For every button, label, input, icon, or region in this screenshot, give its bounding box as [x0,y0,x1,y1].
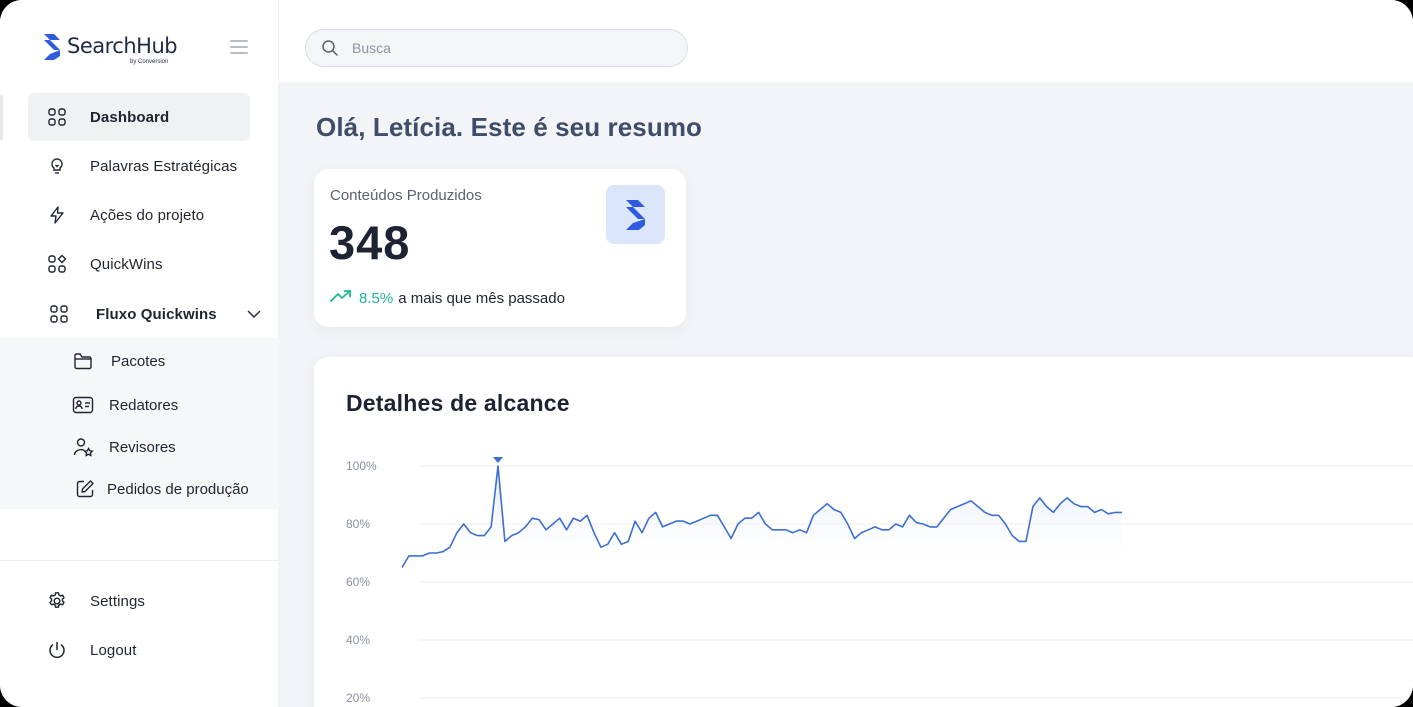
reach-chart-card: Detalhes de alcance 100% 80% 60% 40% 20% [314,357,1413,707]
trending-up-icon [330,289,352,307]
chart-peak-marker[interactable] [493,457,503,463]
apps-icon [47,254,67,274]
sidebar-item-dashboard[interactable]: Dashboard [28,93,250,141]
lightbulb-icon [47,156,67,176]
kpi-trend: 8.5% a mais que mês passado [330,289,565,307]
sidebar-item-label: Fluxo Quickwins [96,305,217,323]
topbar: Busca [279,0,1413,82]
sidebar-item-label: Logout [90,641,137,659]
y-tick-label: 20% [346,691,370,705]
brand-name: SearchHub [67,34,178,58]
sidebar-subitem-redatores[interactable]: Redatores [72,387,178,423]
search-placeholder: Busca [352,40,391,56]
brand-subtitle: by Conversion [130,59,169,65]
chevron-down-icon[interactable] [246,306,262,322]
sidebar-item-settings[interactable]: Settings [28,577,250,625]
y-tick-label: 80% [346,517,370,531]
app-window: SearchHub by Conversion Dashboard Palavr… [0,0,1413,707]
search-icon [321,39,339,57]
searchhub-logo-icon [625,199,645,230]
folder-icon [72,350,94,372]
sidebar-subitem-pedidos-de-producao[interactable]: Pedidos de produção [74,471,249,507]
sidebar-item-label: Dashboard [90,108,170,126]
main-content: Olá, Letícia. Este é seu resumo Conteúdo… [279,82,1413,707]
sidebar-subitem-label: Pedidos de produção [107,480,249,498]
sidebar-item-label: QuickWins [90,255,163,273]
brand-logo[interactable]: SearchHub by Conversion [42,32,178,65]
kpi-badge [606,185,665,244]
reach-chart: 100% 80% 60% 40% 20% [346,457,1413,705]
sidebar-item-fluxo-quickwins[interactable]: Fluxo Quickwins [30,290,262,338]
edit-icon [74,478,96,500]
sidebar-subitem-label: Pacotes [111,352,166,370]
sidebar-item-label: Palavras Estratégicas [90,157,238,175]
sidebar-subitem-revisores[interactable]: Revisores [72,429,176,465]
active-marker [0,95,3,140]
page-title: Olá, Letícia. Este é seu resumo [316,112,703,142]
sidebar-item-label: Ações do projeto [90,206,205,224]
sidebar-item-acoes-do-projeto[interactable]: Ações do projeto [28,191,250,239]
gear-icon [47,591,67,611]
y-tick-label: 100% [346,459,377,473]
search-input[interactable]: Busca [305,29,688,67]
kpi-card-conteudos: Conteúdos Produzidos 348 8.5% a mais que… [314,169,686,327]
sidebar-item-palavras-estrategicas[interactable]: Palavras Estratégicas [28,142,250,190]
sidebar-item-label: Settings [90,592,145,610]
grid-icon [49,304,69,324]
kpi-value: 348 [329,216,411,269]
sidebar-item-quickwins[interactable]: QuickWins [28,240,250,288]
sidebar-subitem-label: Redatores [109,396,179,414]
sidebar-divider [0,560,279,561]
sidebar-item-logout[interactable]: Logout [28,626,250,674]
kpi-trend-text: a mais que mês passado [398,289,565,307]
id-card-icon [72,394,94,416]
kpi-trend-percent: 8.5% [359,289,394,307]
y-tick-label: 60% [346,575,370,589]
sidebar: SearchHub by Conversion Dashboard Palavr… [0,0,279,707]
kpi-title: Conteúdos Produzidos [330,187,482,204]
sidebar-subitem-label: Revisores [109,438,176,456]
lightning-icon [47,205,67,225]
sidebar-subitem-pacotes[interactable]: Pacotes [72,343,165,379]
grid-icon [47,107,67,127]
menu-toggle-icon[interactable] [230,40,248,54]
searchhub-logo-icon [44,34,60,60]
y-tick-label: 40% [346,633,370,647]
user-star-icon [72,436,94,458]
power-icon [47,640,67,660]
